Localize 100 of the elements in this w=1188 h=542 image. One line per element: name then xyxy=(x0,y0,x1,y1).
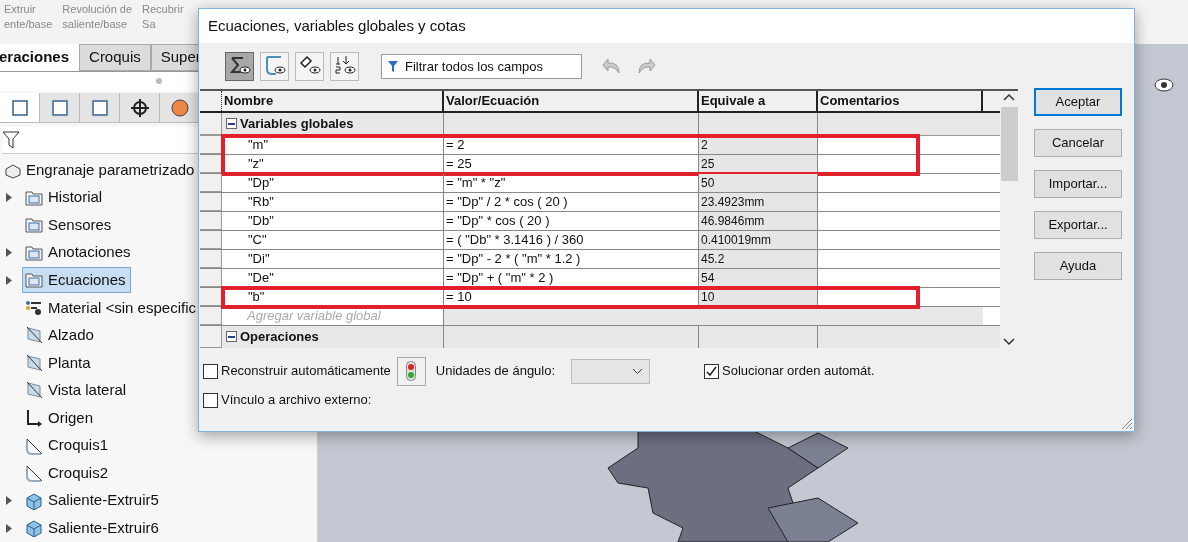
tree-item[interactable]: Saliente-Extruir5 xyxy=(22,487,164,514)
sketch-eye-icon xyxy=(263,55,286,77)
checkbox[interactable] xyxy=(704,363,720,379)
dialog-button[interactable]: Cancelar xyxy=(1034,129,1122,157)
solve-order-label: Solucionar orden automát. xyxy=(722,362,875,381)
table-cell-text: 10 xyxy=(701,288,715,306)
collapse-toggle[interactable] xyxy=(226,331,237,342)
collapse-toggle[interactable] xyxy=(226,118,237,129)
table-cell-text: = "Dp" / 2 * cos ( 20 ) xyxy=(446,192,568,211)
folder-icon xyxy=(25,189,43,206)
tree-item[interactable]: Alzado xyxy=(22,322,99,349)
filter-icon xyxy=(387,59,399,73)
traffic-light-icon xyxy=(406,361,417,381)
sketch-icon xyxy=(25,436,43,455)
extrude-icon xyxy=(25,519,43,538)
row-header[interactable] xyxy=(200,112,222,135)
table-cell-text: 54 xyxy=(701,269,715,287)
table-cell-text: "De" xyxy=(248,268,274,287)
table-cell-text: = "m" * "z" xyxy=(446,173,506,192)
view-toggle-button[interactable] xyxy=(260,51,289,81)
tree-item[interactable]: Ecuaciones xyxy=(22,267,131,294)
table-cell-text: "Db" xyxy=(248,211,274,230)
table-cell-text: "z" xyxy=(248,154,264,173)
traffic-light-button[interactable] xyxy=(396,356,426,386)
table-cell-text: "m" xyxy=(248,135,269,154)
crosshair-icon[interactable] xyxy=(129,97,150,118)
angle-units-label: Unidades de ángulo: xyxy=(435,362,556,381)
dialog-title: Ecuaciones, variables globales y cotas xyxy=(208,15,466,36)
table-cell-text: 50 xyxy=(701,174,715,192)
extrude-icon xyxy=(25,491,43,510)
table-cell-text: 45.2 xyxy=(701,250,725,268)
folder-icon xyxy=(25,272,43,289)
table-cell-text: "Di" xyxy=(248,249,270,268)
scrollbar-thumb[interactable] xyxy=(1000,107,1018,181)
sketch-icon xyxy=(25,464,43,483)
checkmark-icon xyxy=(706,365,718,377)
tree-item[interactable]: Saliente-Extruir6 xyxy=(22,515,164,542)
table-cell-text: = "Dp" + ( "m" * 2 ) xyxy=(446,268,554,287)
scroll-down-icon[interactable] xyxy=(1003,338,1015,346)
view-toggle-button[interactable] xyxy=(295,51,324,81)
filter-field[interactable]: Filtrar todos los campos xyxy=(381,53,582,79)
sigma-eye-icon xyxy=(228,55,251,77)
scroll-up-icon[interactable] xyxy=(1003,93,1015,101)
order-eye-icon xyxy=(333,55,356,77)
table-cell-text: "Rb" xyxy=(248,192,274,211)
expand-arrow-icon[interactable] xyxy=(6,275,12,285)
folder-icon xyxy=(25,217,43,234)
eye-icon[interactable] xyxy=(1154,77,1174,93)
undo-icon[interactable] xyxy=(602,57,622,75)
dialog-button[interactable]: Aceptar xyxy=(1034,88,1122,116)
expand-arrow-icon[interactable] xyxy=(6,248,12,258)
tree-item[interactable]: Material <sin especific xyxy=(22,294,201,321)
tab[interactable]: eraciones xyxy=(0,44,80,71)
table-cell-text: 25 xyxy=(701,155,715,173)
column-header[interactable]: Valor/Ecuación xyxy=(444,91,699,111)
view-toggle-button[interactable] xyxy=(225,51,254,81)
tree-item[interactable]: Origen xyxy=(22,405,99,431)
plane-icon xyxy=(25,353,43,372)
tree-item[interactable]: Historial xyxy=(22,184,108,211)
dialog-button[interactable]: Exportar... xyxy=(1034,211,1122,239)
chevron-down-icon xyxy=(632,367,644,375)
tree-item[interactable]: Croquis2 xyxy=(22,460,114,487)
expand-arrow-icon[interactable] xyxy=(6,523,12,533)
resize-grip-icon[interactable] xyxy=(1119,416,1133,430)
dimension-eye-icon xyxy=(298,55,321,77)
checkbox[interactable] xyxy=(203,392,218,408)
tree-item[interactable]: Croquis1 xyxy=(22,432,114,459)
table-cell-text: "b" xyxy=(248,287,265,306)
table-cell-text: 2 xyxy=(701,136,708,154)
table-cell-text: 23.4923mm xyxy=(701,193,765,211)
plane-icon xyxy=(25,326,43,345)
splitter-handle[interactable] xyxy=(156,78,162,85)
view-toggle-button[interactable] xyxy=(330,51,359,81)
table-cell-text: = 2 xyxy=(446,135,465,154)
tab[interactable]: Croquis xyxy=(79,44,151,71)
table-cell-text: "C" xyxy=(248,230,267,249)
table-cell-text: = "Dp" * cos ( 20 ) xyxy=(446,211,550,230)
group-label: Variables globales xyxy=(240,114,354,133)
tree-item[interactable]: Vista lateral xyxy=(22,377,132,404)
column-header[interactable]: Comentarios xyxy=(818,91,983,111)
plane-icon xyxy=(25,381,43,400)
tree-item[interactable]: Anotaciones xyxy=(22,239,136,266)
dialog-button[interactable]: Ayuda xyxy=(1034,252,1122,280)
external-link-label: Vínculo a archivo externo: xyxy=(221,391,372,410)
filter-icon[interactable] xyxy=(2,130,20,151)
group-row[interactable]: Operaciones xyxy=(200,325,1000,348)
table-cell-text: 0.410019mm xyxy=(701,231,772,249)
checkbox[interactable] xyxy=(203,363,218,379)
material-icon xyxy=(25,299,43,316)
tree-root[interactable]: Engranaje parametrizado xyxy=(26,158,195,182)
expand-arrow-icon[interactable] xyxy=(6,193,12,203)
redo-icon[interactable] xyxy=(636,57,656,75)
table-cell-text: = ( "Db" * 3.1416 ) / 360 xyxy=(446,230,584,249)
expand-arrow-icon[interactable] xyxy=(6,496,12,506)
column-header[interactable]: Nombre xyxy=(222,91,444,111)
column-header[interactable]: Equivale a xyxy=(699,91,818,111)
table-cell-text: = 10 xyxy=(446,287,472,306)
dialog-button[interactable]: Importar... xyxy=(1034,170,1122,198)
tree-item[interactable]: Planta xyxy=(22,349,96,376)
tree-item[interactable]: Sensores xyxy=(22,212,117,239)
